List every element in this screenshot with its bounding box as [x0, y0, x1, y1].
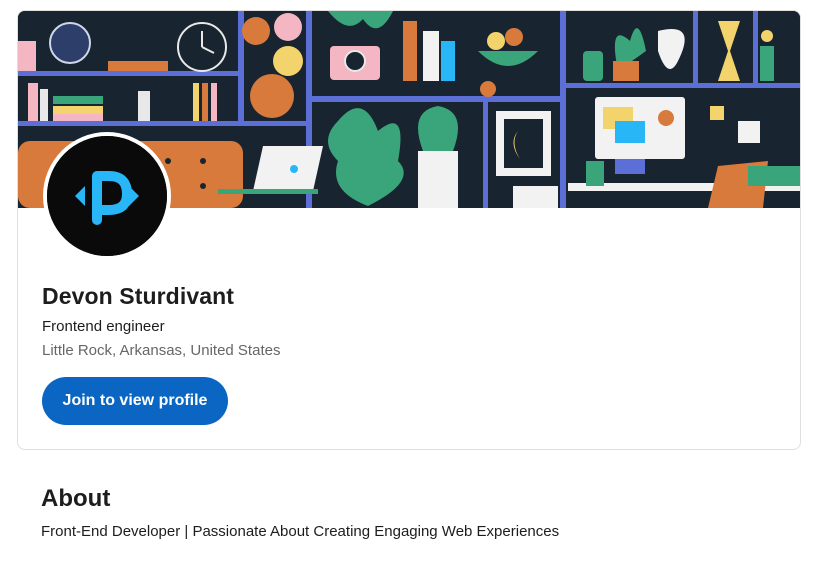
profile-name: Devon Sturdivant: [42, 283, 235, 309]
profile-card: Devon Sturdivant Frontend engineer Littl…: [17, 10, 801, 450]
profile-headline: Frontend engineer: [42, 318, 165, 335]
dp-logo-icon: [47, 136, 167, 256]
about-heading: About: [41, 485, 111, 512]
profile-location: Little Rock, Arkansas, United States: [42, 342, 281, 359]
about-text: Front-End Developer | Passionate About C…: [41, 523, 560, 540]
join-to-view-profile-button[interactable]: Join to view profile: [42, 377, 228, 425]
profile-avatar: [43, 132, 171, 260]
